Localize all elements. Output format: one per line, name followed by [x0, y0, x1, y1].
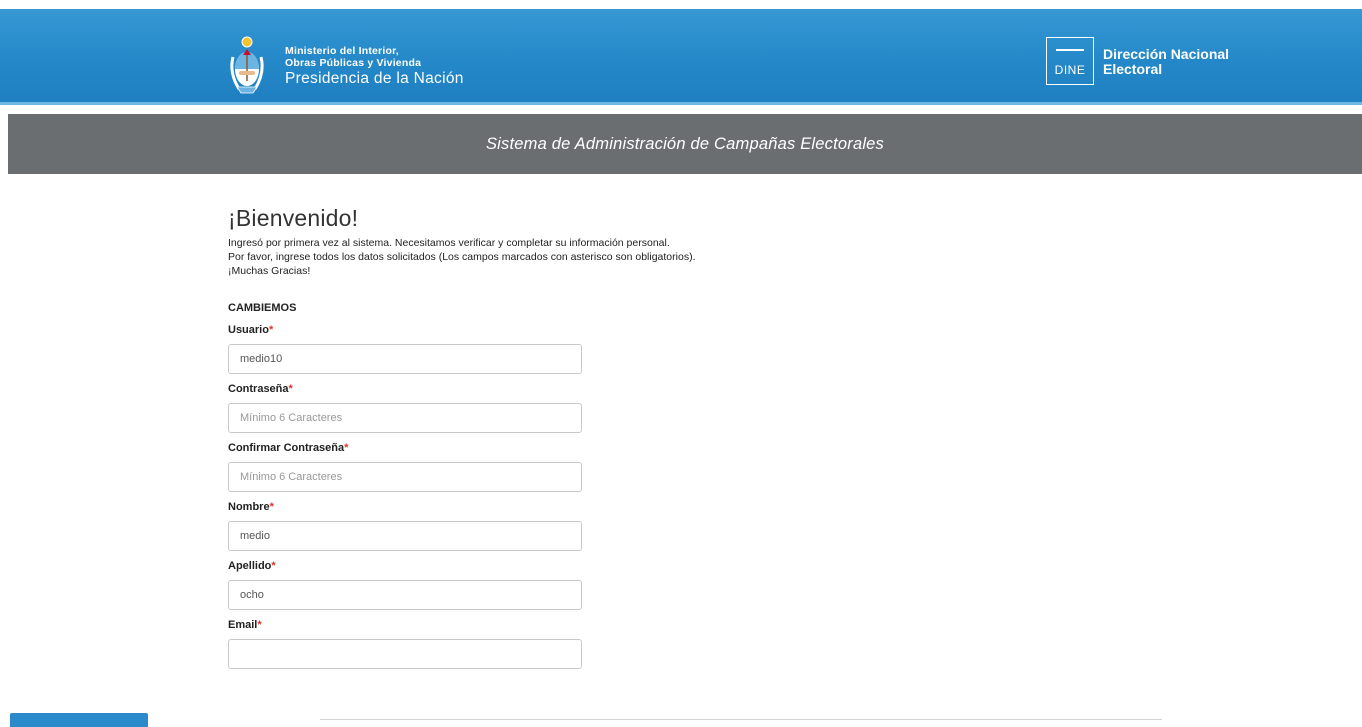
- dine-logo-label: DINE: [1054, 63, 1086, 77]
- dine-logo-icon: DINE: [1046, 37, 1094, 85]
- required-marker: *: [257, 619, 262, 631]
- dine-name-line1: Dirección Nacional: [1103, 46, 1230, 62]
- password-label-text: Contraseña: [228, 383, 289, 395]
- welcome-line-2: Por favor, ingrese todos los datos solic…: [228, 251, 696, 263]
- page: Ministerio del Interior, Obras Públicas …: [0, 0, 1362, 727]
- top-header: Ministerio del Interior, Obras Públicas …: [0, 9, 1362, 105]
- password-input[interactable]: [228, 403, 582, 433]
- bottom-action-button[interactable]: [10, 713, 148, 727]
- last-name-input[interactable]: [228, 580, 582, 610]
- required-marker: *: [271, 560, 276, 572]
- ministry-subname: Obras Públicas y Vivienda: [285, 56, 422, 69]
- last-name-label: Apellido*: [228, 560, 928, 576]
- confirm-password-input[interactable]: [228, 462, 582, 492]
- email-label-text: Email: [228, 619, 258, 631]
- registration-form: Usuario* Contraseña* Confirmar Contraseñ…: [228, 324, 928, 669]
- party-name: CAMBIEMOS: [228, 302, 297, 314]
- username-label-text: Usuario: [228, 324, 269, 336]
- dine-name: Dirección Nacional Electoral: [1103, 47, 1229, 77]
- welcome-line-1: Ingresó por primera vez al sistema. Nece…: [228, 237, 670, 249]
- dine-logo-bar: [1056, 49, 1084, 51]
- presidency-title: Presidencia de la Nación: [285, 70, 464, 87]
- email-input[interactable]: [228, 639, 582, 669]
- confirm-password-label-text: Confirmar Contraseña: [228, 442, 345, 454]
- dine-name-line2: Electoral: [1103, 61, 1163, 77]
- bottom-divider: [320, 719, 1162, 720]
- system-title-bar: Sistema de Administración de Campañas El…: [8, 114, 1362, 174]
- ministry-block: Ministerio del Interior, Obras Públicas …: [285, 46, 464, 87]
- username-input[interactable]: [228, 344, 582, 374]
- welcome-message: Ingresó por primera vez al sistema. Nece…: [228, 236, 928, 278]
- ministry-name: Ministerio del Interior,: [285, 45, 399, 57]
- welcome-title: ¡Bienvenido!: [228, 205, 359, 231]
- first-name-input[interactable]: [228, 521, 582, 551]
- coat-of-arms-icon: [230, 36, 264, 94]
- first-name-label-text: Nombre: [228, 501, 270, 513]
- email-label: Email*: [228, 619, 928, 635]
- password-label: Contraseña*: [228, 383, 928, 399]
- system-title: Sistema de Administración de Campañas El…: [485, 135, 885, 153]
- welcome-line-3: ¡Muchas Gracias!: [228, 265, 311, 277]
- main-content: ¡Bienvenido! Ingresó por primera vez al …: [228, 205, 928, 669]
- required-marker: *: [288, 383, 293, 395]
- username-label: Usuario*: [228, 324, 928, 340]
- required-marker: *: [269, 501, 274, 513]
- required-marker: *: [268, 324, 274, 336]
- confirm-password-label: Confirmar Contraseña*: [228, 442, 928, 458]
- first-name-label: Nombre*: [228, 501, 928, 517]
- required-marker: *: [344, 442, 349, 454]
- last-name-label-text: Apellido: [228, 560, 272, 572]
